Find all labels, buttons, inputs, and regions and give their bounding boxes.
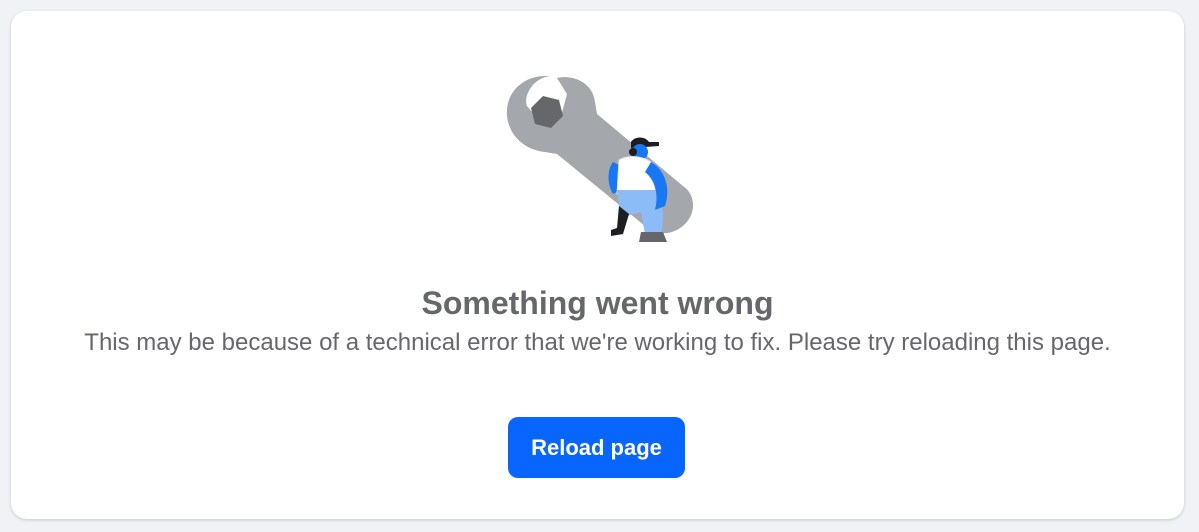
wrench-worker-illustration: [506, 75, 694, 242]
reload-page-button[interactable]: Reload page: [508, 417, 685, 478]
error-card: Something went wrong This may be because…: [11, 11, 1184, 519]
error-message: This may be because of a technical error…: [84, 329, 1111, 356]
wrench-icon: [506, 75, 694, 234]
error-title: Something went wrong: [421, 285, 774, 321]
